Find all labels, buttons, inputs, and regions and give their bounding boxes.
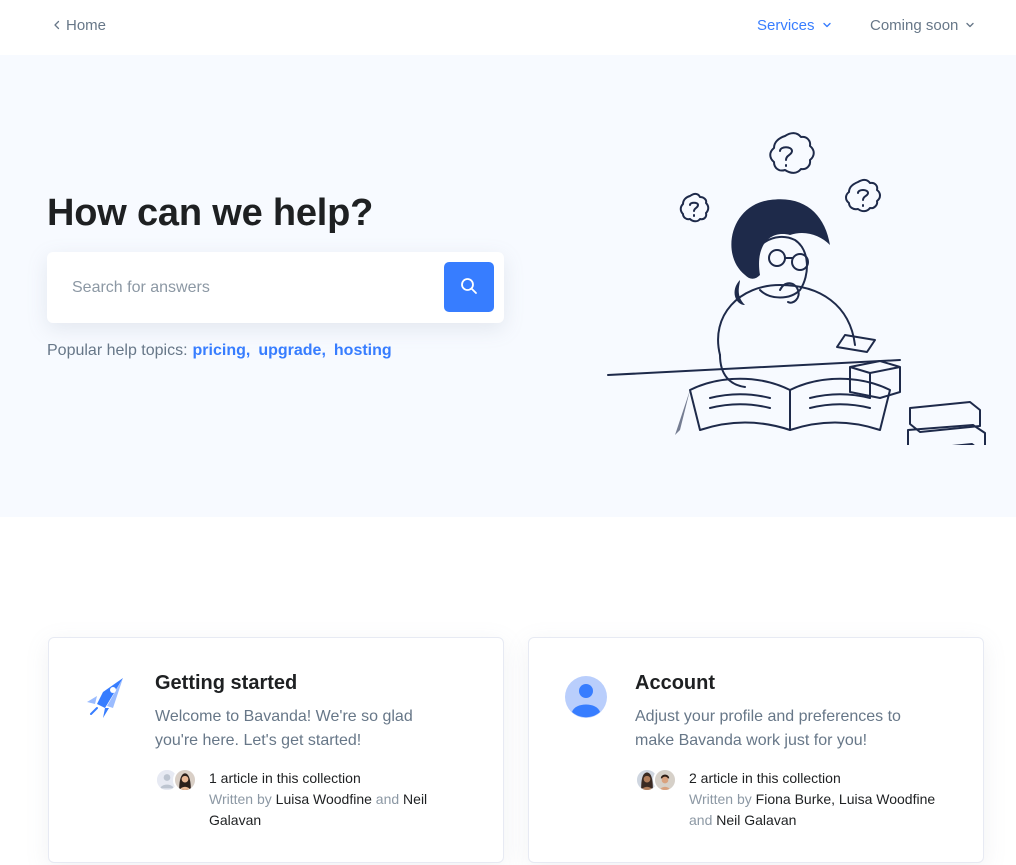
user-avatar-icon: [565, 676, 607, 718]
rocket-icon: [87, 678, 123, 718]
search-button[interactable]: [444, 262, 494, 312]
collection-meta: 2 article in this collection Written by …: [689, 768, 959, 831]
collection-card-account[interactable]: Account Adjust your profile and preferen…: [528, 637, 984, 863]
author-avatars: [155, 768, 203, 794]
reading-person-illustration: [607, 132, 986, 445]
chevron-left-icon: [52, 17, 62, 34]
chevron-down-icon: [965, 17, 975, 34]
article-count: 2 article in this collection: [689, 770, 841, 786]
topic-separator: ,: [245, 342, 251, 359]
nav-services-label: Services: [757, 17, 815, 34]
collection-meta: 1 article in this collection Written by …: [209, 768, 479, 831]
topic-link-hosting[interactable]: hosting: [334, 342, 392, 360]
and-label: and: [689, 812, 713, 828]
author-name: Luisa Woodfine: [275, 791, 372, 807]
author-avatars: [635, 768, 683, 794]
collection-title: Account: [635, 672, 715, 694]
hero-section: How can we help? Popular help topics: pr…: [0, 55, 1016, 517]
page-title: How can we help?: [47, 192, 374, 234]
topic-link-upgrade[interactable]: upgrade: [258, 342, 321, 360]
search-input[interactable]: [61, 266, 431, 309]
popular-topics-label: Popular help topics:: [47, 342, 188, 359]
nav-services-dropdown[interactable]: Services: [757, 17, 832, 34]
author-name: Neil Galavan: [716, 812, 797, 828]
article-count: 1 article in this collection: [209, 770, 361, 786]
written-by-label: Written by: [689, 791, 752, 807]
nav-coming-soon-label: Coming soon: [870, 17, 959, 34]
collection-title: Getting started: [155, 672, 298, 694]
top-navbar: Home Services Coming soon: [0, 0, 1016, 55]
collection-description: Adjust your profile and preferences to m…: [635, 708, 901, 749]
search-form: [47, 252, 504, 323]
collection-card-getting-started[interactable]: Getting started Welcome to Bavanda! We'r…: [48, 637, 504, 863]
avatar: [173, 768, 197, 792]
topic-separator: ,: [321, 342, 326, 359]
chevron-down-icon: [822, 17, 832, 34]
search-icon: [460, 277, 478, 298]
topic-link-pricing[interactable]: pricing: [193, 342, 246, 360]
home-link-label: Home: [66, 17, 107, 34]
collection-description: Welcome to Bavanda! We're so glad you're…: [155, 708, 413, 749]
popular-topics: Popular help topics: pricing, upgrade, h…: [47, 342, 392, 360]
home-link[interactable]: Home: [52, 17, 106, 34]
avatar: [653, 768, 677, 792]
and-label: and: [375, 791, 400, 807]
author-name: Fiona Burke, Luisa Woodfine: [755, 791, 936, 807]
nav-coming-soon-dropdown[interactable]: Coming soon: [870, 17, 975, 34]
written-by-label: Written by: [209, 791, 272, 807]
